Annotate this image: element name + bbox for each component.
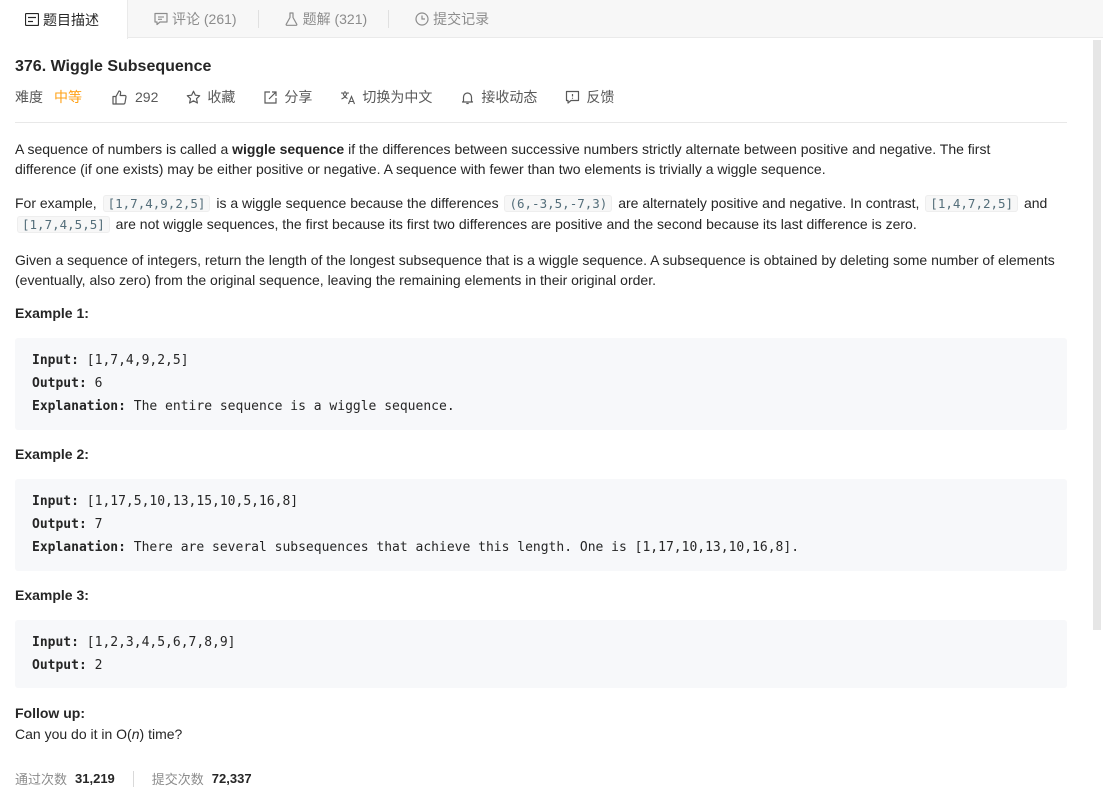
explanation-value: The entire sequence is a wiggle sequence… xyxy=(125,399,455,414)
favorite-button[interactable]: 收藏 xyxy=(186,87,235,107)
example-3-heading: Example 3: xyxy=(15,587,89,603)
tab-label: 提交记录 xyxy=(433,11,490,27)
subscribe-label: 接收动态 xyxy=(481,89,538,105)
problem-title: 376. Wiggle Subsequence xyxy=(15,58,212,75)
tab-label: 题解 (321) xyxy=(302,11,368,27)
output-value: 2 xyxy=(86,658,103,673)
problem-stats: 通过次数 31,219 提交次数 72,337 xyxy=(15,769,252,788)
tab-bar: 题目描述 评论 (261) 题解 (321) 提交记录 xyxy=(0,0,1103,39)
stats-divider xyxy=(132,770,134,787)
thumbs-up-icon xyxy=(112,89,127,105)
description-paragraph-1: A sequence of numbers is called a wiggle… xyxy=(15,139,1055,179)
comment-icon xyxy=(153,12,168,27)
example-2-block: Input: [1,17,5,10,13,15,10,5,16,8] Outpu… xyxy=(15,479,1067,571)
text: and xyxy=(1020,195,1048,211)
share-button[interactable]: 分享 xyxy=(263,87,312,107)
input-label: Input: xyxy=(32,353,79,368)
bold-term: wiggle sequence xyxy=(232,141,345,157)
italic-n: n xyxy=(131,726,140,742)
tab-comments[interactable]: 评论 (261) xyxy=(128,0,258,38)
scrollbar[interactable] xyxy=(1093,40,1101,630)
text: ) time? xyxy=(139,726,183,742)
share-icon xyxy=(264,90,277,104)
header-divider xyxy=(15,122,1067,123)
output-label: Output: xyxy=(32,376,87,391)
description-paragraph-3: Given a sequence of integers, return the… xyxy=(15,252,1055,288)
example-2-heading: Example 2: xyxy=(15,446,89,462)
explanation-label: Explanation: xyxy=(32,399,126,414)
output-label: Output: xyxy=(32,658,87,673)
inline-code: [1,4,7,2,5] xyxy=(925,195,1019,212)
inline-code: (6,-3,5,-7,3) xyxy=(504,195,613,212)
share-label: 分享 xyxy=(284,89,313,105)
tab-submissions[interactable]: 提交记录 xyxy=(389,0,510,38)
description-icon xyxy=(24,12,39,27)
problem-meta: 难度 中等 292 收藏 分享 切换为中文 接收动态 反馈 xyxy=(15,87,642,107)
input-label: Input: xyxy=(32,635,79,650)
text: are not wiggle sequences, the first beca… xyxy=(111,216,917,232)
text: is a wiggle sequence because the differe… xyxy=(212,195,503,211)
like-button[interactable]: 292 xyxy=(112,89,158,105)
output-label: Output: xyxy=(32,517,87,532)
tab-solutions[interactable]: 题解 (321) xyxy=(259,0,389,38)
feedback-label: 反馈 xyxy=(586,89,615,105)
like-count: 292 xyxy=(135,89,159,105)
accepted-count: 31,219 xyxy=(75,771,115,786)
inline-code: [1,7,4,5,5] xyxy=(17,216,110,233)
feedback-button[interactable]: 反馈 xyxy=(565,87,614,107)
difficulty-badge: 中等 xyxy=(54,89,82,105)
example-3-block: Input: [1,2,3,4,5,6,7,8,9] Output: 2 xyxy=(15,620,1067,688)
input-value: [1,17,5,10,13,15,10,5,16,8] xyxy=(78,494,299,509)
input-value: [1,7,4,9,2,5] xyxy=(78,353,189,368)
difficulty-label: 难度 xyxy=(15,89,43,105)
clock-icon xyxy=(414,12,429,27)
inline-code: [1,7,4,9,2,5] xyxy=(102,195,211,212)
accepted-label: 通过次数 xyxy=(15,772,68,787)
text: A sequence of numbers is called a xyxy=(15,141,233,157)
switch-language-label: 切换为中文 xyxy=(362,89,433,105)
text: Can you do it in O( xyxy=(15,726,132,742)
follow-up-heading: Follow up: xyxy=(15,705,85,721)
tab-description[interactable]: 题目描述 xyxy=(0,0,128,39)
tab-label: 题目描述 xyxy=(43,11,99,28)
text: For example, xyxy=(15,195,101,211)
tab-label: 评论 (261) xyxy=(172,11,237,27)
output-value: 7 xyxy=(86,517,103,532)
input-value: [1,2,3,4,5,6,7,8,9] xyxy=(78,635,236,650)
translate-icon xyxy=(341,90,356,104)
text: are alternately positive and negative. I… xyxy=(614,195,924,211)
example-1-heading: Example 1: xyxy=(15,305,89,321)
explanation-value: There are several subsequences that achi… xyxy=(125,540,800,555)
bell-icon xyxy=(462,91,474,104)
flask-icon xyxy=(284,12,299,27)
feedback-icon xyxy=(566,90,580,104)
example-1-block: Input: [1,7,4,9,2,5] Output: 6 Explanati… xyxy=(15,338,1067,430)
subscribe-button[interactable]: 接收动态 xyxy=(460,87,537,107)
favorite-label: 收藏 xyxy=(207,89,236,105)
submissions-count: 72,337 xyxy=(211,771,252,786)
explanation-label: Explanation: xyxy=(32,540,126,555)
description-paragraph-2: For example, [1,7,4,9,2,5] is a wiggle s… xyxy=(15,193,1055,235)
output-value: 6 xyxy=(86,376,103,391)
switch-language-button[interactable]: 切换为中文 xyxy=(340,87,432,107)
input-label: Input: xyxy=(32,494,79,509)
star-icon xyxy=(187,90,201,104)
follow-up-text: Can you do it in O(n) time? xyxy=(15,724,1055,744)
submissions-label: 提交次数 xyxy=(151,772,204,787)
